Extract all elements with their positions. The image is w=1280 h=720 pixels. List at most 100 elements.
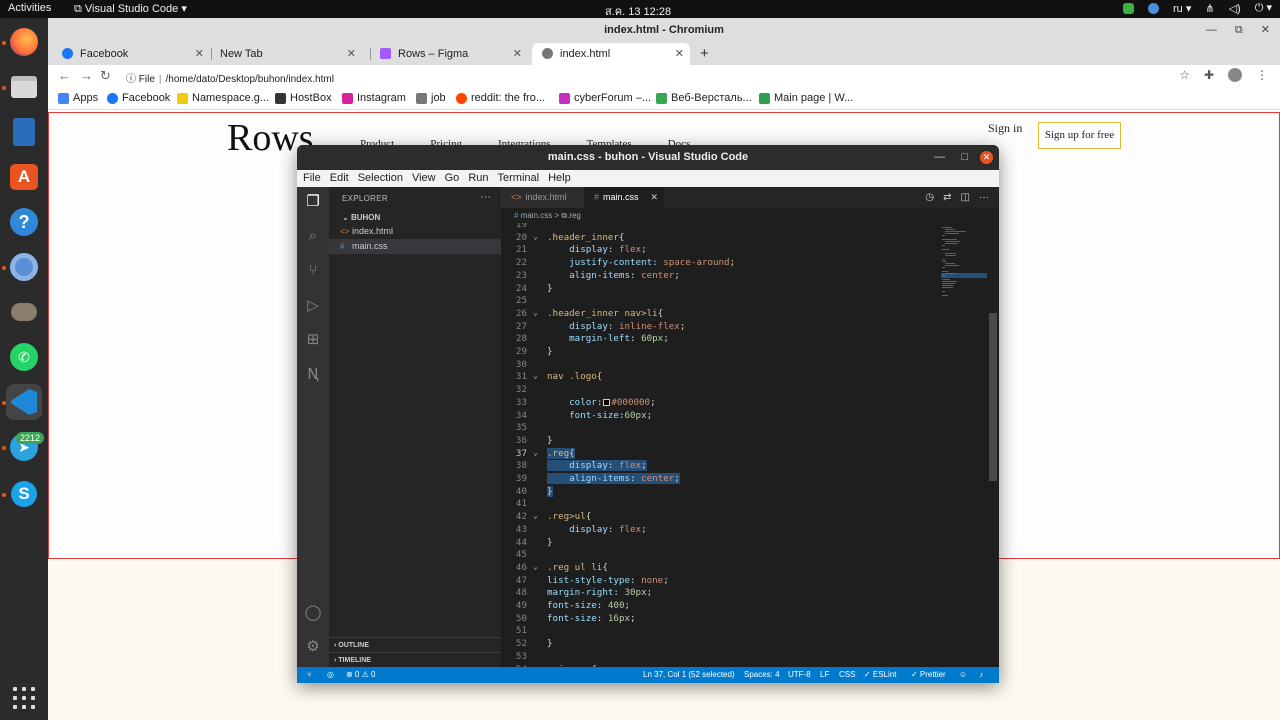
power-icon[interactable]: ⏻ ▾: [1255, 1, 1272, 15]
code-line[interactable]: 40}: [501, 485, 941, 499]
code-line[interactable]: 20 ⌄ .header_inner{: [501, 232, 941, 245]
editor-tab-main-css[interactable]: # main.css ✕: [584, 187, 664, 208]
timeline-section[interactable]: › TIMELINE: [329, 652, 501, 667]
fold-chevron-icon[interactable]: ⌄: [533, 511, 538, 520]
tab-facebook[interactable]: Facebook ✕: [52, 43, 210, 65]
code-line[interactable]: 27 display: inline-flex;: [501, 321, 941, 334]
remote-icon[interactable]: Ꞑ: [304, 366, 322, 384]
profile-icon[interactable]: [1228, 68, 1242, 82]
code-line[interactable]: 46 ⌄ .reg ul li{: [501, 562, 941, 575]
fold-chevron-icon[interactable]: ⌄: [533, 371, 538, 380]
activities-button[interactable]: Activities: [8, 2, 51, 14]
code-line[interactable]: 52}: [501, 638, 941, 651]
minimize-icon[interactable]: —: [1206, 18, 1217, 43]
help-icon[interactable]: ?: [6, 204, 42, 240]
code-line[interactable]: 22 justify-content: space-around;: [501, 257, 941, 270]
bookmark-apps[interactable]: Apps: [58, 92, 98, 104]
fold-chevron-icon[interactable]: ⌄: [533, 562, 538, 571]
shield-icon[interactable]: [1123, 2, 1135, 14]
code-line[interactable]: 30: [501, 359, 941, 372]
more-actions-icon[interactable]: ···: [480, 191, 491, 203]
search-icon[interactable]: ⌕: [304, 227, 322, 245]
code-editor[interactable]: 19 20 ⌄ .header_inner{21 display: flex; 22 j…: [501, 223, 941, 667]
cursor-position[interactable]: Ln 37, Col 1 (52 selected): [643, 667, 735, 683]
minimap[interactable]: [941, 223, 987, 667]
language-mode[interactable]: CSS: [839, 667, 855, 683]
code-line[interactable]: 19: [501, 223, 941, 232]
menu-terminal[interactable]: Terminal: [498, 170, 540, 187]
notifications-icon[interactable]: ♪: [979, 667, 983, 683]
settings-gear-icon[interactable]: ⚙: [304, 638, 322, 656]
run-debug-icon[interactable]: ▷: [304, 297, 322, 315]
new-tab-button[interactable]: +: [700, 43, 709, 65]
code-line[interactable]: 33 color: #000000;: [501, 397, 941, 410]
code-line[interactable]: 32: [501, 384, 941, 397]
color-swatch[interactable]: [603, 398, 611, 406]
fold-chevron-icon[interactable]: ⌄: [533, 308, 538, 317]
live-share-icon[interactable]: ◎: [327, 667, 334, 683]
globe-icon[interactable]: [1148, 2, 1160, 14]
branch-icon[interactable]: ⑂: [307, 667, 312, 683]
account-icon[interactable]: ◯: [304, 604, 322, 622]
forward-icon[interactable]: →: [80, 68, 93, 83]
extensions-icon[interactable]: ⊞: [304, 331, 322, 349]
menu-run[interactable]: Run: [468, 170, 488, 187]
tab-figma[interactable]: Rows – Figma ✕: [370, 43, 528, 65]
bookmark-web-verstalshik[interactable]: Веб-Версталь...: [656, 92, 752, 104]
bookmark-facebook[interactable]: Facebook: [107, 92, 170, 104]
menu-selection[interactable]: Selection: [358, 170, 403, 187]
timeline-icon[interactable]: ◷: [925, 187, 934, 208]
code-line[interactable]: 31 ⌄ nav .logo{: [501, 371, 941, 384]
code-line[interactable]: 25: [501, 295, 941, 308]
code-line[interactable]: 23 align-items: center;: [501, 270, 941, 283]
tab-index-html[interactable]: index.html ✕: [532, 43, 690, 65]
chromium-icon[interactable]: [6, 249, 42, 285]
vscode-icon[interactable]: [6, 384, 42, 420]
sign-up-button[interactable]: Sign up for free: [1038, 122, 1121, 149]
code-line[interactable]: 29}: [501, 346, 941, 359]
close-icon[interactable]: ✕: [980, 151, 993, 164]
encoding[interactable]: UTF-8: [788, 667, 811, 683]
editor-tab-index-html[interactable]: <> index.html: [501, 187, 584, 208]
extensions-icon[interactable]: ✚: [1204, 68, 1214, 82]
bookmark-cyberforum[interactable]: cyberForum –...: [559, 92, 651, 104]
code-line[interactable]: 21 display: flex;: [501, 244, 941, 257]
code-line[interactable]: 35: [501, 422, 941, 435]
code-line[interactable]: 45: [501, 549, 941, 562]
code-line[interactable]: 50 font-size: 16px;: [501, 613, 941, 626]
bookmark-job[interactable]: job: [416, 92, 446, 104]
fold-chevron-icon[interactable]: ⌄: [533, 448, 538, 457]
sign-in-link[interactable]: Sign in: [988, 121, 1022, 136]
file-main-css[interactable]: # main.css: [329, 239, 501, 254]
keyboard-layout[interactable]: ru ▾: [1173, 2, 1191, 15]
tab-new-tab[interactable]: New Tab ✕: [204, 43, 362, 65]
code-line[interactable]: 42 ⌄ .reg>ul{: [501, 511, 941, 524]
project-folder[interactable]: ⌄ BUHON: [342, 213, 380, 222]
bookmark-hostbox[interactable]: HostBox: [275, 92, 332, 104]
code-line[interactable]: 48 margin-right: 30px;: [501, 587, 941, 600]
code-line[interactable]: 47 list-style-type: none;: [501, 575, 941, 588]
volume-icon[interactable]: ◁): [1229, 2, 1241, 15]
code-line[interactable]: 36}: [501, 435, 941, 448]
bookmark-main-page[interactable]: Main page | W...: [759, 92, 853, 104]
network-icon[interactable]: ⋔: [1205, 2, 1214, 15]
menu-file[interactable]: File: [303, 170, 321, 187]
scrollbar-thumb[interactable]: [989, 313, 997, 481]
code-line[interactable]: 53: [501, 651, 941, 664]
menu-view[interactable]: View: [412, 170, 436, 187]
writer-icon[interactable]: [6, 114, 42, 150]
indentation[interactable]: Spaces: 4: [744, 667, 780, 683]
code-line[interactable]: 51: [501, 625, 941, 638]
compare-icon[interactable]: ⇄: [943, 187, 951, 208]
problems-indicator[interactable]: ⊗ 0 ⚠ 0: [346, 667, 375, 683]
restore-icon[interactable]: ⧉: [1235, 18, 1243, 43]
maximize-icon[interactable]: □: [961, 145, 968, 170]
bookmark-instagram[interactable]: Instagram: [342, 92, 406, 104]
file-index-html[interactable]: <> index.html: [329, 224, 501, 239]
code-line[interactable]: 41: [501, 498, 941, 511]
show-applications-icon[interactable]: [13, 687, 35, 709]
close-icon[interactable]: ✕: [347, 43, 356, 65]
whatsapp-icon[interactable]: ✆: [6, 339, 42, 375]
close-icon[interactable]: ✕: [513, 43, 522, 65]
code-line[interactable]: 24}: [501, 283, 941, 296]
